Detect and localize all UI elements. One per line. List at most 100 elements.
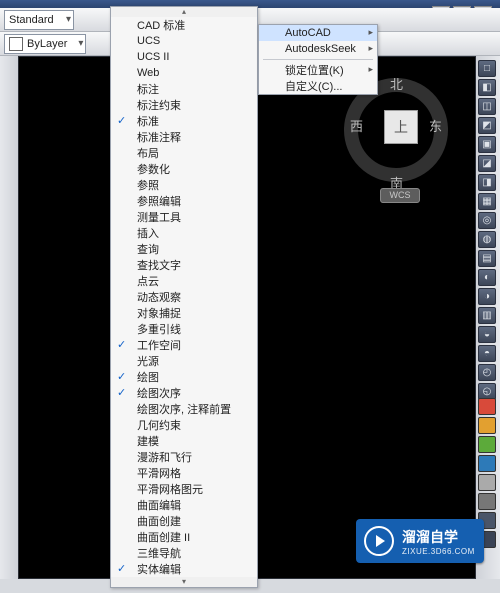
menu-item[interactable]: 标注约束 (111, 97, 257, 113)
menu-item[interactable]: ✓工作空间 (111, 337, 257, 353)
menu-item[interactable]: 建模 (111, 433, 257, 449)
submenu-item[interactable]: 自定义(C)... (259, 78, 377, 94)
menu-item[interactable]: 平滑网格图元 (111, 481, 257, 497)
glyph-icon: □ (479, 61, 495, 76)
check-icon: ✓ (117, 370, 126, 383)
watermark-badge[interactable]: 溜溜自学 ZIXUE.3D66.COM (356, 519, 484, 563)
submenu-item-label: AutodeskSeek (285, 43, 356, 55)
menu-item[interactable]: 查找文字 (111, 257, 257, 273)
view-cube-top[interactable]: 上 (384, 110, 418, 144)
glyph-icon: ◫ (479, 99, 495, 114)
glyph-icon: ◑ (479, 289, 495, 304)
menu-item[interactable]: 曲面创建 (111, 513, 257, 529)
menu-item[interactable]: 参照 (111, 177, 257, 193)
tool-icon[interactable]: ◓ (478, 345, 496, 362)
glyph-icon: ▣ (479, 137, 495, 152)
tool-icon[interactable]: ▦ (478, 193, 496, 210)
menu-item-label: 参照编辑 (137, 193, 181, 209)
menu-item[interactable]: 标注 (111, 81, 257, 97)
style-combo[interactable]: Standard (4, 10, 74, 30)
menu-scroll-up[interactable]: ▴ (111, 7, 257, 17)
tool-icon[interactable]: ◴ (478, 364, 496, 381)
menu-item[interactable]: 参数化 (111, 161, 257, 177)
menu-item[interactable]: 点云 (111, 273, 257, 289)
toolbar-context-menu: ▴ CAD 标准UCSUCS IIWeb标注标注约束✓标准标准注释布局参数化参照… (110, 6, 258, 588)
menu-item[interactable]: 漫游和飞行 (111, 449, 257, 465)
tool-icon[interactable]: ◩ (478, 117, 496, 134)
menu-item[interactable]: 光源 (111, 353, 257, 369)
menu-item-label: Web (137, 67, 159, 79)
menu-item-label: UCS II (137, 51, 169, 63)
tool-icon[interactable]: ◍ (478, 231, 496, 248)
right-tool-palette: □ ◧ ◫ ◩ ▣ ◪ ◨ ▦ ◎ ◍ ▤ ◐ ◑ ▥ ◒ ◓ ◴ ◵ (478, 60, 498, 400)
menu-item-label: 插入 (137, 225, 159, 241)
layer-combo[interactable]: ByLayer (4, 34, 86, 54)
menu-item[interactable]: CAD 标准 (111, 17, 257, 33)
menu-item[interactable]: Web (111, 65, 257, 81)
menu-item-label: 漫游和飞行 (137, 449, 192, 465)
tool-icon[interactable]: ◑ (478, 288, 496, 305)
menu-item[interactable]: 三维导航 (111, 545, 257, 561)
tool-icon[interactable]: ◨ (478, 174, 496, 191)
chevron-right-icon: ▸ (368, 27, 373, 38)
wcs-badge[interactable]: WCS (380, 188, 420, 203)
menu-item[interactable]: ✓实体编辑 (111, 561, 257, 577)
left-toolbar[interactable] (0, 56, 18, 579)
menu-item[interactable]: 查询 (111, 241, 257, 257)
submenu-item[interactable]: AutoCAD ▸ (259, 25, 377, 41)
tool-icon[interactable] (478, 493, 496, 510)
tool-icon[interactable]: ◒ (478, 326, 496, 343)
tool-icon[interactable]: □ (478, 60, 496, 77)
tool-icon[interactable]: ◪ (478, 155, 496, 172)
menu-item[interactable]: 几何约束 (111, 417, 257, 433)
menu-item[interactable]: 标准注释 (111, 129, 257, 145)
menu-item[interactable]: 动态观察 (111, 289, 257, 305)
chevron-right-icon: ▸ (368, 43, 373, 54)
menu-scroll-down[interactable]: ▾ (111, 577, 257, 587)
menu-item[interactable]: UCS (111, 33, 257, 49)
tool-icon[interactable] (478, 436, 496, 453)
menu-item[interactable]: 曲面创建 II (111, 529, 257, 545)
menu-item[interactable]: 多重引线 (111, 321, 257, 337)
menu-item[interactable]: 插入 (111, 225, 257, 241)
menu-item-label: UCS (137, 35, 160, 47)
menu-item[interactable]: ✓绘图次序 (111, 385, 257, 401)
submenu-item-label: AutoCAD (285, 27, 331, 39)
menu-item-label: 曲面创建 (137, 513, 181, 529)
tool-icon[interactable]: ◎ (478, 212, 496, 229)
menu-item[interactable]: 曲面编辑 (111, 497, 257, 513)
menu-item[interactable]: 绘图次序, 注释前置 (111, 401, 257, 417)
glyph-icon: ▥ (479, 308, 495, 323)
menu-item-label: 绘图 (137, 369, 159, 385)
layer-color-swatch (9, 37, 23, 51)
tool-icon[interactable] (478, 455, 496, 472)
tool-icon[interactable]: ◧ (478, 79, 496, 96)
menu-item[interactable]: 参照编辑 (111, 193, 257, 209)
tool-icon[interactable] (478, 417, 496, 434)
compass-east[interactable]: 东 (429, 116, 442, 135)
compass-north[interactable]: 北 (390, 74, 403, 93)
tool-icon[interactable]: ▥ (478, 307, 496, 324)
menu-item-label: 曲面创建 II (137, 529, 190, 545)
menu-item-label: 光源 (137, 353, 159, 369)
menu-item[interactable]: UCS II (111, 49, 257, 65)
menu-item[interactable]: 平滑网格 (111, 465, 257, 481)
glyph-icon: ◵ (479, 384, 495, 399)
menu-item[interactable]: 布局 (111, 145, 257, 161)
tool-icon[interactable] (478, 474, 496, 491)
menu-item[interactable]: ✓标准 (111, 113, 257, 129)
glyph-icon: ◓ (479, 346, 495, 361)
submenu-item[interactable]: 锁定位置(K)▸ (259, 62, 377, 78)
tool-icon[interactable]: ◫ (478, 98, 496, 115)
tool-icon[interactable]: ▤ (478, 250, 496, 267)
menu-item[interactable]: ✓ 绘图 (111, 369, 257, 385)
tool-icon[interactable]: ◐ (478, 269, 496, 286)
submenu-item[interactable]: AutodeskSeek ▸ (259, 41, 377, 57)
compass-west[interactable]: 西 (350, 116, 363, 135)
menu-item-label: 几何约束 (137, 417, 181, 433)
tool-icon[interactable]: ▣ (478, 136, 496, 153)
menu-item-label: 动态观察 (137, 289, 181, 305)
menu-item[interactable]: 对象捕捉 (111, 305, 257, 321)
tool-icon[interactable] (478, 398, 496, 415)
menu-item[interactable]: 测量工具 (111, 209, 257, 225)
